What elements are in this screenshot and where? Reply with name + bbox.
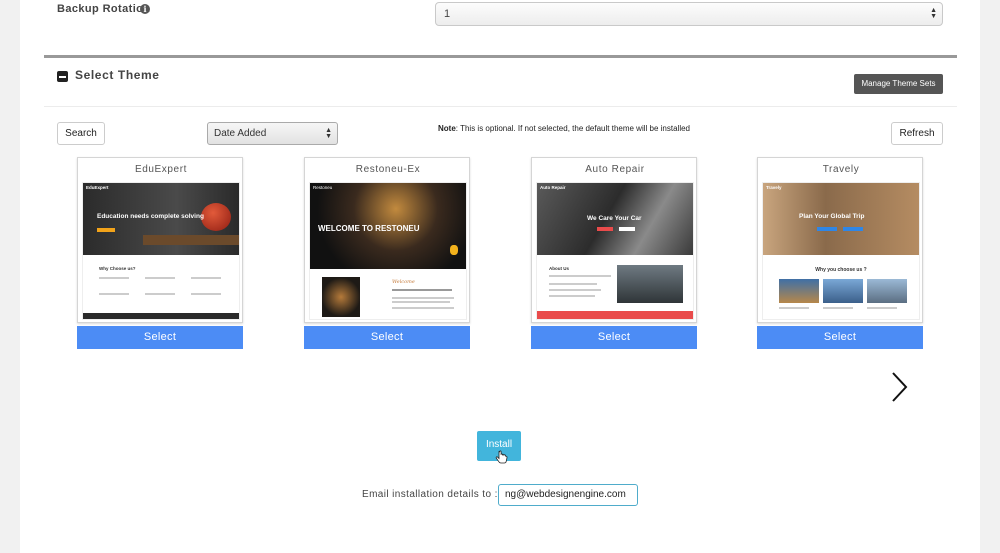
note-label: Note <box>438 124 456 133</box>
thumb-footer <box>537 311 693 319</box>
select-arrows-icon: ▲ ▼ <box>325 127 332 140</box>
thumb-text-line <box>191 277 221 279</box>
select-theme-button[interactable]: Select <box>531 326 697 349</box>
thumb-text-line <box>392 297 454 299</box>
thumb-headline: Education needs complete solving <box>97 213 204 220</box>
thumb-cta-secondary <box>843 227 863 231</box>
theme-name: EduExpert <box>134 164 188 175</box>
backup-rotation-value: 1 <box>444 8 451 20</box>
theme-card: EduExpert EduExpert Education needs comp… <box>77 157 243 349</box>
manage-theme-sets-button[interactable]: Manage Theme Sets <box>854 74 943 94</box>
theme-thumbnail[interactable]: Restoneu WELCOME TO RESTONEU Welcome <box>309 182 467 320</box>
thumb-text-line <box>392 289 452 291</box>
thumb-section-title: Why Choose us? <box>99 266 136 271</box>
theme-card-frame: EduExpert EduExpert Education needs comp… <box>77 157 243 323</box>
lemon-image <box>450 245 458 255</box>
thumb-text-line <box>823 307 853 309</box>
thumb-destination-image <box>779 279 819 303</box>
thumb-destination-image <box>823 279 863 303</box>
optional-note: Note: This is optional. If not selected,… <box>438 124 690 133</box>
thumb-destination-image <box>867 279 907 303</box>
email-input[interactable]: ng@webdesignengine.com <box>498 484 638 506</box>
thumb-text-line <box>392 301 450 303</box>
thumb-brand: Auto Repair <box>540 185 566 190</box>
thumb-text-line <box>145 293 175 295</box>
thumb-text-line <box>549 295 595 297</box>
theme-thumbnail[interactable]: EduExpert Education needs complete solvi… <box>82 182 240 320</box>
thumb-text-line <box>99 277 129 279</box>
hand-pointer-icon <box>495 450 508 464</box>
select-theme-button[interactable]: Select <box>757 326 923 349</box>
theme-card-frame: Restoneu-Ex Restoneu WELCOME TO RESTONEU… <box>304 157 470 323</box>
thumb-text-line <box>191 293 221 295</box>
section-divider <box>44 55 957 58</box>
thumb-section-title: About Us <box>549 266 569 271</box>
thumb-text-line <box>99 293 129 295</box>
books-image <box>143 235 239 245</box>
thumb-food-image <box>322 277 360 317</box>
thumb-footer <box>83 313 239 319</box>
theme-card: Travely Travely Plan Your Global Trip Wh… <box>757 157 923 349</box>
select-arrows-icon: ▲ ▼ <box>930 7 937 20</box>
sort-select[interactable]: Date Added ▲ ▼ <box>207 122 338 145</box>
select-theme-button[interactable]: Select <box>304 326 470 349</box>
thumb-text-line <box>867 307 897 309</box>
theme-thumbnail[interactable]: Auto Repair We Care Your Car About Us <box>536 182 694 320</box>
thumb-brand: Restoneu <box>313 185 333 190</box>
theme-thumbnail[interactable]: Travely Plan Your Global Trip Why you ch… <box>762 182 920 320</box>
apple-image <box>201 203 231 231</box>
thumb-section-title: Welcome <box>392 279 415 285</box>
refresh-button[interactable]: Refresh <box>891 122 943 145</box>
thumb-headline: WELCOME TO RESTONEU <box>318 224 420 233</box>
backup-rotation-label: Backup Rotation <box>57 3 151 15</box>
note-text: : This is optional. If not selected, the… <box>455 124 690 133</box>
section-title: Select Theme <box>75 68 160 82</box>
header-divider <box>44 106 957 107</box>
thumb-brand: EduExpert <box>86 185 109 190</box>
thumb-brand: Travely <box>766 185 782 190</box>
thumb-section-title: Why you choose us ? <box>815 267 867 273</box>
thumb-headline: We Care Your Car <box>587 215 642 222</box>
thumb-text-line <box>779 307 809 309</box>
thumb-headline: Plan Your Global Trip <box>799 213 865 220</box>
theme-card: Auto Repair Auto Repair We Care Your Car… <box>531 157 697 349</box>
search-button[interactable]: Search <box>57 122 105 145</box>
thumb-text-line <box>145 277 175 279</box>
theme-name: Restoneu-Ex <box>355 164 421 175</box>
thumb-text-line <box>549 283 597 285</box>
info-icon[interactable]: i <box>140 4 150 14</box>
thumb-cta-secondary <box>619 227 635 231</box>
thumb-text-line <box>549 275 611 277</box>
thumb-cta <box>97 228 115 232</box>
theme-card-frame: Travely Travely Plan Your Global Trip Wh… <box>757 157 923 323</box>
sort-select-value: Date Added <box>214 128 267 139</box>
email-label: Email installation details to : <box>362 489 498 500</box>
thumb-text-line <box>549 289 601 291</box>
theme-card: Restoneu-Ex Restoneu WELCOME TO RESTONEU… <box>304 157 470 349</box>
thumb-cta <box>817 227 837 231</box>
minus-square-icon[interactable] <box>57 71 68 82</box>
theme-card-frame: Auto Repair Auto Repair We Care Your Car… <box>531 157 697 323</box>
chevron-right-icon[interactable] <box>885 370 915 404</box>
thumb-text-line <box>392 307 454 309</box>
theme-name: Travely <box>822 164 860 175</box>
theme-name: Auto Repair <box>585 164 645 175</box>
thumb-car-image <box>617 265 683 303</box>
select-theme-button[interactable]: Select <box>77 326 243 349</box>
backup-rotation-select[interactable]: 1 ▲ ▼ <box>435 2 943 26</box>
thumb-cta <box>597 227 613 231</box>
